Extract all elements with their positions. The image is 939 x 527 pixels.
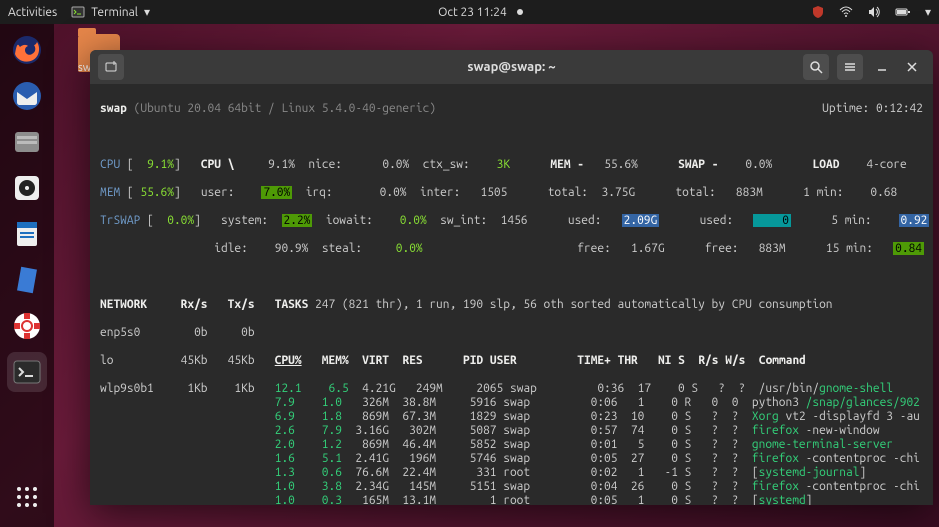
notification-dot-icon xyxy=(517,9,523,15)
app-menu-label: Terminal xyxy=(91,6,138,19)
dock-writer[interactable] xyxy=(7,214,47,254)
volume-icon[interactable] xyxy=(867,5,881,19)
terminal-window: swap@swap: ~ swap (Ubuntu 20.04 64bit / … xyxy=(90,50,933,505)
close-button[interactable] xyxy=(901,56,923,78)
terminal-content[interactable]: swap (Ubuntu 20.04 64bit / Linux 5.4.0-4… xyxy=(90,84,933,505)
shield-icon[interactable] xyxy=(811,5,825,19)
process-row: 2.0 1.2 869M 46.4M 5852 swap 0:01 5 0 S … xyxy=(100,438,923,452)
chevron-down-icon: ▾ xyxy=(144,5,150,19)
dock-firefox[interactable] xyxy=(7,30,47,70)
minimize-button[interactable] xyxy=(871,56,893,78)
wifi-icon[interactable] xyxy=(839,5,853,19)
process-row: 1.0 3.8 2.34G 145M 5151 swap 0:04 26 0 S… xyxy=(100,480,923,494)
process-row: 2.6 7.9 3.16G 302M 5087 swap 0:57 74 0 S… xyxy=(100,424,923,438)
dock-rhythmbox[interactable] xyxy=(7,168,47,208)
window-titlebar[interactable]: swap@swap: ~ xyxy=(90,50,933,84)
dock-app-blue[interactable] xyxy=(7,260,47,300)
dock-show-apps[interactable] xyxy=(7,477,47,517)
search-button[interactable] xyxy=(803,54,829,80)
terminal-icon xyxy=(71,5,85,19)
dock-terminal[interactable] xyxy=(7,352,47,392)
process-row: 1.3 0.6 76.6M 22.4M 331 root 0:02 1 -1 S… xyxy=(100,466,923,480)
process-row: 6.9 1.8 869M 67.3M 1829 swap 0:23 10 0 S… xyxy=(100,410,923,424)
app-menu[interactable]: Terminal ▾ xyxy=(71,5,150,19)
process-row: 1.6 5.1 2.41G 196M 5746 swap 0:05 27 0 S… xyxy=(100,452,923,466)
activities-button[interactable]: Activities xyxy=(8,6,57,19)
ubuntu-dock xyxy=(0,24,54,527)
process-row: 7.9 1.0 326M 38.8M 5916 swap 0:06 1 0 R … xyxy=(100,396,923,410)
process-row: 1.0 0.3 165M 13.1M 1 root 0:05 1 0 S ? ?… xyxy=(100,494,923,505)
new-tab-button[interactable] xyxy=(98,54,124,80)
gnome-top-bar: Activities Terminal ▾ Oct 23 11:24 ▾ xyxy=(0,0,939,24)
chevron-down-icon[interactable]: ▾ xyxy=(925,5,931,19)
clock[interactable]: Oct 23 11:24 xyxy=(438,6,523,19)
dock-files[interactable] xyxy=(7,122,47,162)
menu-button[interactable] xyxy=(837,54,863,80)
battery-icon[interactable] xyxy=(895,5,911,19)
dock-thunderbird[interactable] xyxy=(7,76,47,116)
dock-help[interactable] xyxy=(7,306,47,346)
